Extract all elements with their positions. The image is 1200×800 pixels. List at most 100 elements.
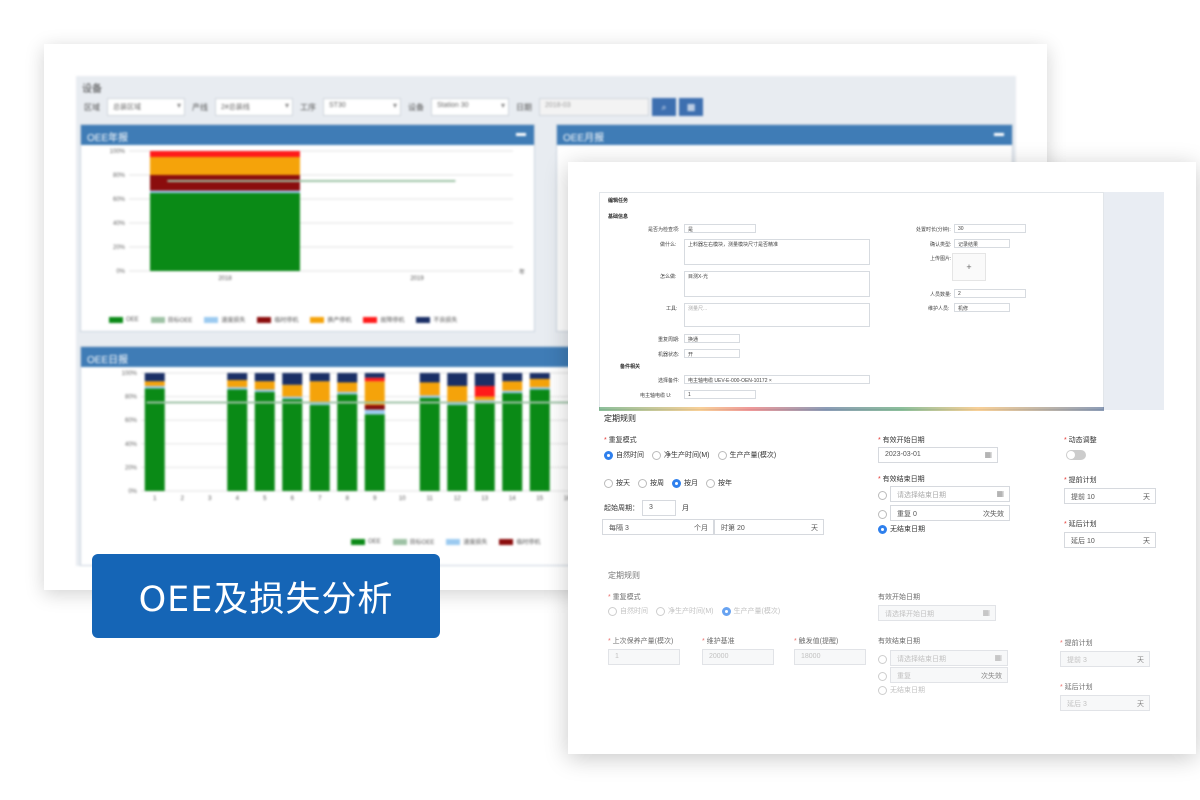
radio-checked-icon (604, 450, 613, 460)
no-end-date-option[interactable]: 无结束日期 (878, 524, 925, 534)
y-tick-label: 100% (110, 149, 126, 155)
y-tick-label: 20% (113, 245, 126, 251)
bar-segment (150, 151, 300, 157)
bar-segment (227, 389, 248, 491)
last-output-input[interactable]: 1 (608, 649, 680, 665)
maintain-base-input[interactable]: 20000 (702, 649, 774, 665)
legend-item[interactable]: 不良损失 (416, 315, 457, 324)
line-select[interactable]: 2#总装线 (215, 98, 293, 116)
bar-segment (337, 382, 358, 392)
every-months-unit: 个月 (694, 525, 708, 532)
start-month-input[interactable]: 3 (642, 500, 676, 516)
confirm-type-select[interactable]: 记录结果 (954, 239, 1010, 248)
collapse-icon[interactable]: ▬ (994, 128, 1004, 139)
legend-item[interactable]: 换产停机 (310, 315, 351, 324)
device-select[interactable]: Station 30 (431, 98, 509, 116)
repeat-mode-output[interactable]: 生产产量(模次) (717, 450, 776, 460)
end-date-radio[interactable] (878, 655, 887, 664)
people-count-input[interactable]: 2 (954, 289, 1026, 298)
dynamic-adjust-toggle[interactable] (1066, 450, 1086, 460)
period-month[interactable]: 按月 (672, 478, 698, 488)
x-tick-label: 4 (236, 496, 240, 502)
trigger-value-input[interactable]: 18000 (794, 649, 866, 665)
duration-input[interactable]: 30 (954, 224, 1026, 233)
export-button[interactable]: ▦ (679, 98, 703, 116)
bar-segment (150, 193, 300, 271)
inner-sidebar (1104, 192, 1164, 410)
x-tick-label: 1 (153, 496, 157, 502)
no-end-date-label: 无结束日期 (890, 687, 925, 694)
how-textarea[interactable]: 目测X-光 (684, 271, 870, 297)
oee-day-title: OEE日报 (87, 355, 129, 366)
repeat-cycle-select[interactable]: 换通 (684, 334, 740, 343)
legend-item[interactable]: 速度损失 (204, 315, 245, 324)
legend-item[interactable]: 目标OEE (150, 315, 193, 324)
end-date-input[interactable]: 请选择结束日期 ▦ (890, 650, 1008, 666)
period-week[interactable]: 按周 (638, 478, 664, 488)
repeat-mode-natural[interactable]: 自然时间 (604, 450, 644, 460)
period-year[interactable]: 按年 (706, 478, 732, 488)
repeat-count-radio[interactable] (878, 510, 887, 519)
search-button[interactable]: ⌕ (652, 98, 676, 116)
repeat-count-input[interactable]: 重复 次失效 (890, 667, 1008, 683)
period-day[interactable]: 按天 (604, 478, 630, 488)
spare-qty-input[interactable]: 1 (684, 390, 756, 399)
upload-button[interactable]: + (952, 253, 986, 281)
machine-state-select[interactable]: 开 (684, 349, 740, 358)
rule-title: 定期规则 (604, 414, 636, 423)
legend-swatch (499, 538, 514, 545)
check-item-label: 是否为检查项: (648, 227, 680, 233)
end-date-radio[interactable] (878, 491, 887, 500)
spare-select[interactable]: 电主轴电缆 UEV-E-000-OEN-10172 × (684, 375, 870, 384)
repeat-mode-natural[interactable]: 自然时间 (608, 606, 648, 616)
every-months-input[interactable]: 每隔 3 个月 (602, 519, 714, 535)
y-tick-label: 80% (113, 173, 126, 179)
process-select[interactable]: ST30 (323, 98, 401, 116)
radio-checked-icon (721, 606, 731, 616)
date-input[interactable]: 2018-03 (539, 98, 649, 116)
people-count-label: 人员数量: (930, 292, 952, 298)
repeat-count-input[interactable]: 重复 0 次失效 (890, 505, 1010, 521)
repeat-count-radio[interactable] (878, 672, 887, 681)
bar-segment (474, 396, 495, 401)
area-select[interactable]: 总装区域 (107, 98, 185, 116)
check-item-select[interactable]: 是 (684, 224, 756, 233)
delay-plan-input[interactable]: 延后 10 天 (1064, 532, 1156, 548)
bar-segment (529, 389, 550, 491)
bar-segment (309, 404, 330, 491)
rule-title: 定期规则 (608, 571, 640, 580)
repeat-mode-net[interactable]: 净生产时间(M) (652, 450, 710, 460)
legend-item[interactable]: OEE (351, 538, 381, 545)
y-tick-label: 0% (116, 269, 125, 275)
tool-input[interactable]: 测量尺... (684, 303, 870, 327)
legend-label: 目标OEE (167, 318, 193, 324)
what-textarea[interactable]: 上料器左右模块，测量模块尺寸是否精准 (684, 239, 870, 265)
bar-segment (337, 391, 358, 395)
legend-item[interactable]: 速度损失 (446, 537, 487, 546)
legend-item[interactable]: 目标OEE (392, 537, 435, 546)
x-axis-suffix: 年 (519, 268, 525, 276)
advance-plan-unit: 天 (1137, 657, 1144, 664)
advance-plan-input[interactable]: 提前 10 天 (1064, 488, 1156, 504)
x-tick-label: 12 (454, 496, 461, 502)
repeat-mode-output[interactable]: 生产产量(模次) (721, 606, 780, 616)
legend-item[interactable]: 临时停机 (499, 537, 540, 546)
maintainer-select[interactable]: 机修 (954, 303, 1010, 312)
end-date-input[interactable]: 请选择结束日期 ▦ (890, 486, 1010, 502)
trigger-day-input[interactable]: 时第 20 天 (714, 519, 824, 535)
bar-segment (309, 373, 330, 382)
legend-item[interactable]: OEE (109, 316, 139, 323)
start-date-input[interactable]: 请选择开始日期 ▦ (878, 605, 996, 621)
legend-label: 目标OEE (409, 540, 435, 546)
no-end-date-option[interactable]: 无结束日期 (878, 685, 925, 695)
bar-segment (419, 395, 440, 398)
repeat-mode-net[interactable]: 净生产时间(M) (656, 606, 714, 616)
periodic-rule-form-output: 定期规则 重复模式 自然时间 净生产时间(M) 生产产量(模次) 上次保养产量(… (598, 562, 1158, 747)
legend-item[interactable]: 临时停机 (257, 315, 298, 324)
legend-item[interactable]: 故障停机 (363, 315, 404, 324)
start-date-input[interactable]: 2023-03-01 ▦ (878, 447, 998, 463)
advance-plan-input[interactable]: 提前 3 天 (1060, 651, 1150, 667)
delay-plan-input[interactable]: 延后 3 天 (1060, 695, 1150, 711)
feature-caption: OEE及损失分析 (92, 554, 440, 638)
collapse-icon[interactable]: ▬ (516, 128, 526, 139)
